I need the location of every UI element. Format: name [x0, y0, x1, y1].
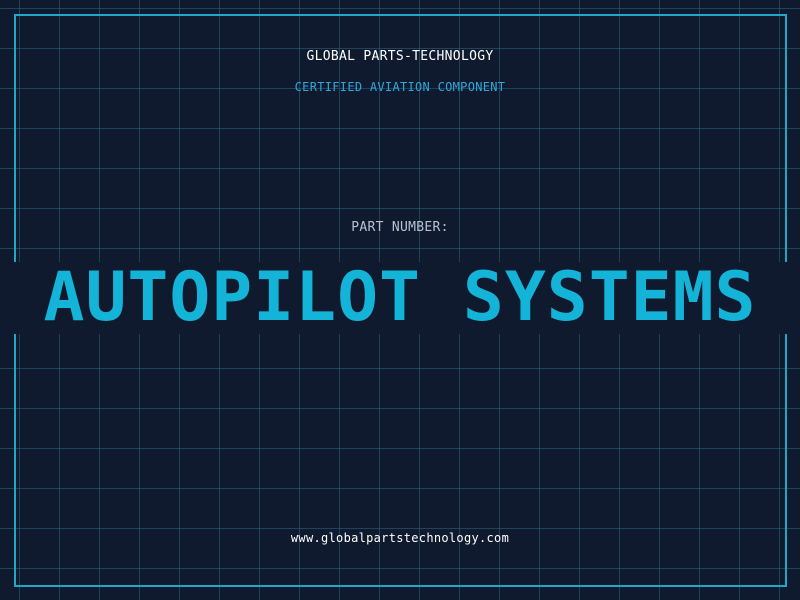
- certification-subtitle: CERTIFIED AVIATION COMPONENT: [294, 80, 506, 94]
- company-name: GLOBAL PARTS-TECHNOLOGY: [306, 49, 494, 64]
- part-title: AUTOPILOT SYSTEMS: [43, 258, 757, 337]
- website-url: www.globalpartstechnology.com: [290, 531, 510, 545]
- part-number-label: PART NUMBER:: [351, 220, 449, 235]
